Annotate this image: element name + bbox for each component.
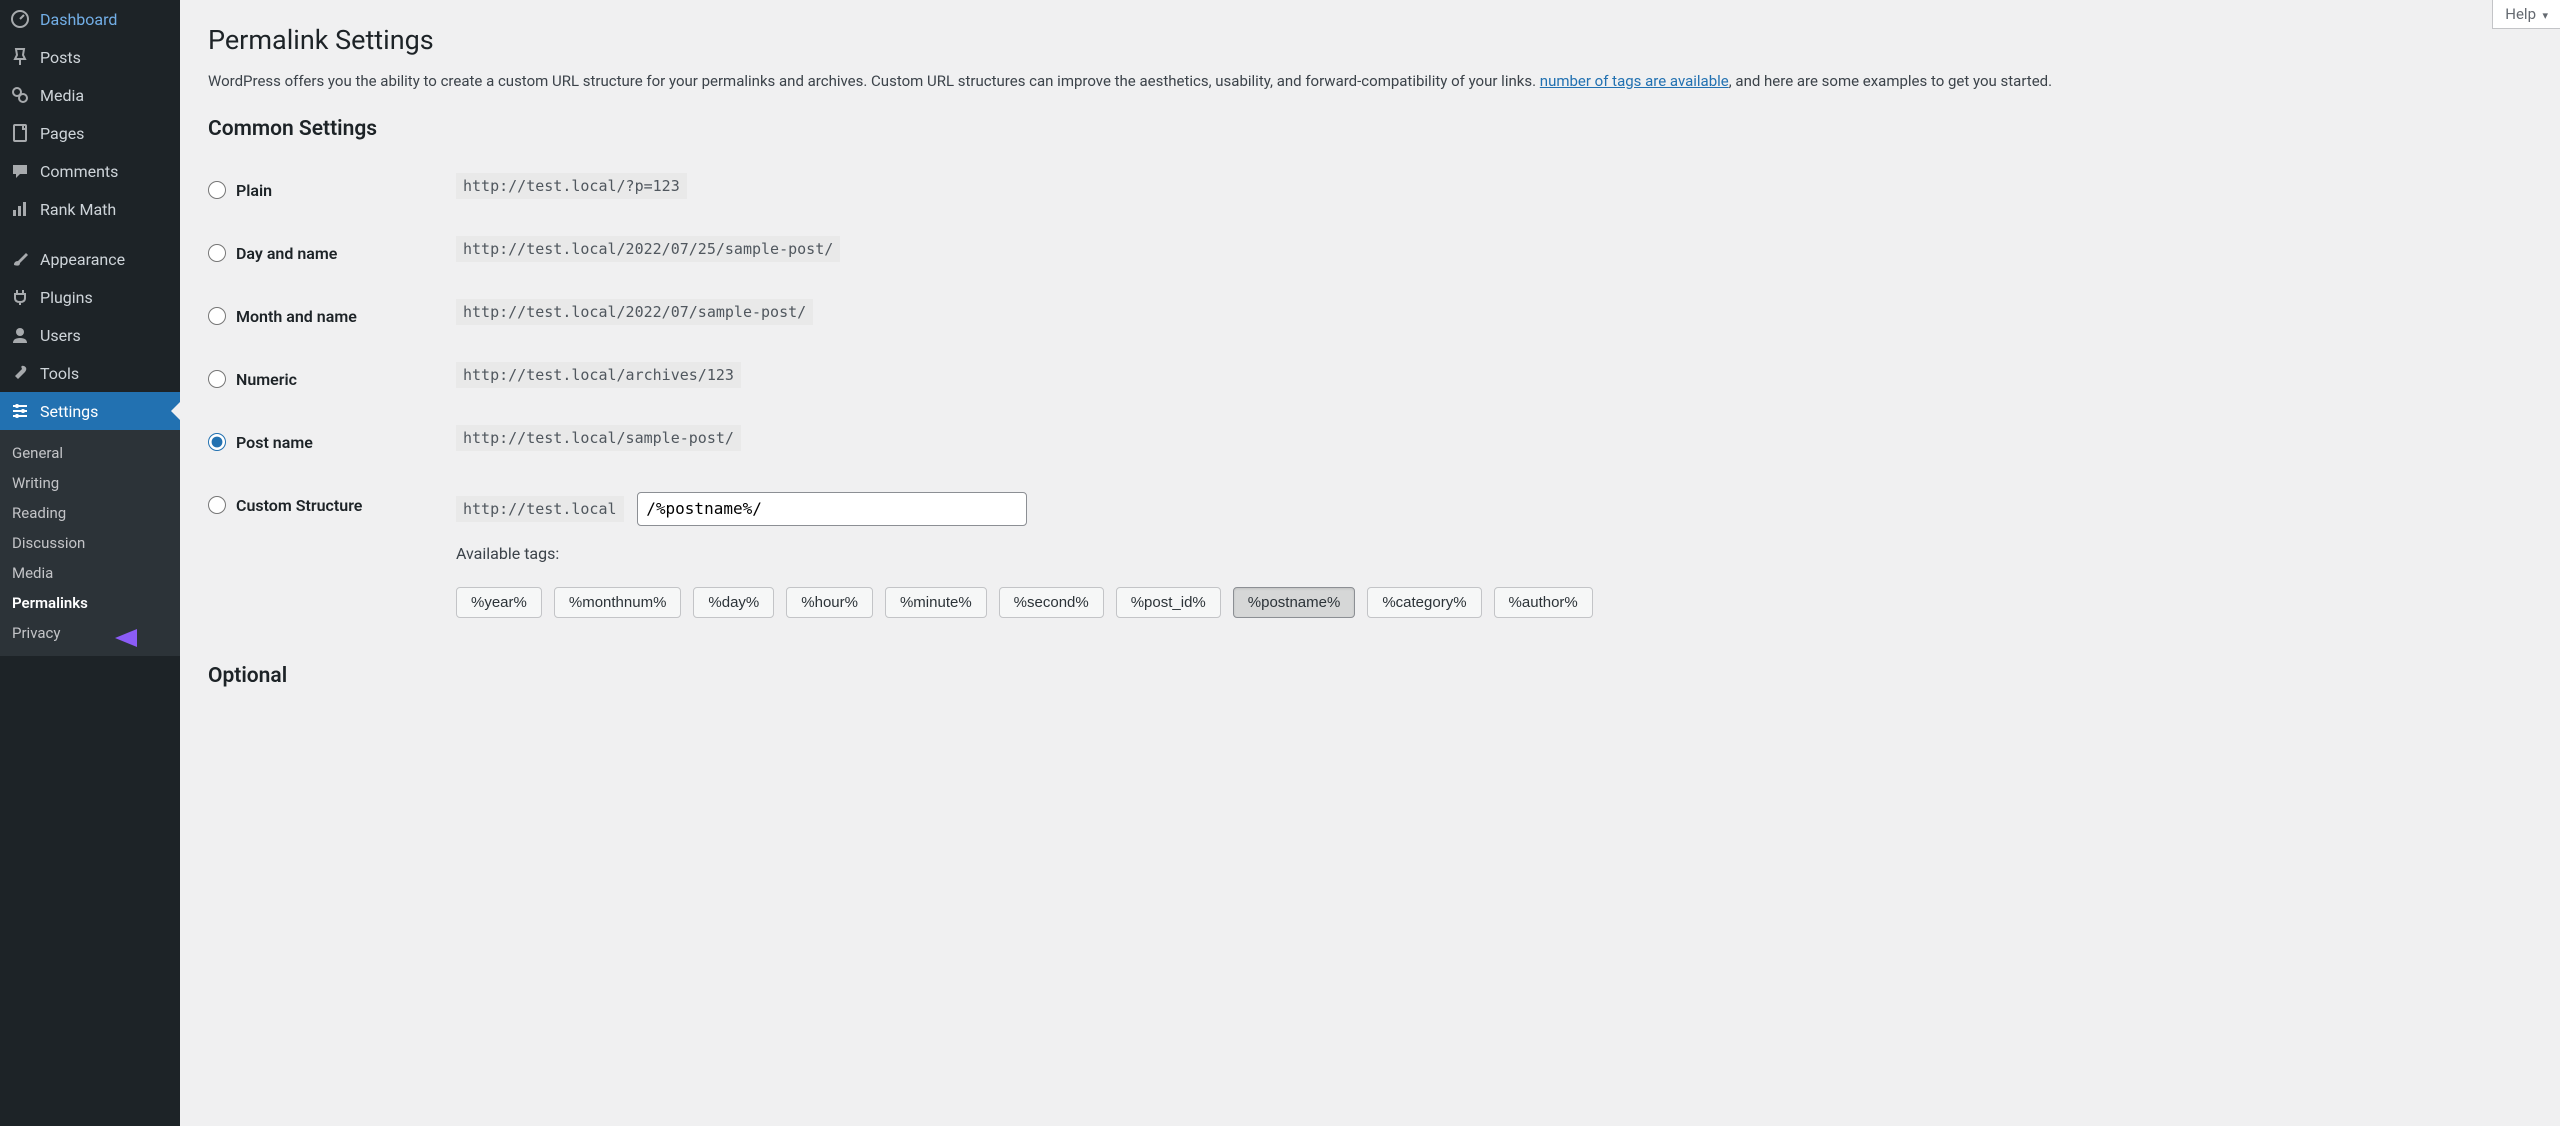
menu-dashboard-label: Dashboard [40, 10, 117, 29]
example-plain: http://test.local/?p=123 [456, 173, 687, 199]
menu-appearance-label: Appearance [40, 250, 125, 269]
menu-comments[interactable]: Comments [0, 152, 180, 190]
wrench-icon [10, 363, 30, 383]
tag-buttons: %year% %monthnum% %day% %hour% %minute% … [456, 587, 2530, 618]
chevron-down-icon: ▾ [2540, 9, 2548, 22]
settings-submenu: General Writing Reading Discussion Media… [0, 430, 180, 656]
tag-second[interactable]: %second% [999, 587, 1104, 618]
help-tab[interactable]: Help ▾ [2492, 0, 2560, 29]
submenu-writing[interactable]: Writing [0, 468, 180, 498]
permalink-options-table: Plain http://test.local/?p=123 Day and n… [208, 159, 2540, 636]
media-icon [10, 85, 30, 105]
menu-media[interactable]: Media [0, 76, 180, 114]
option-monthname[interactable]: Month and name [208, 307, 446, 326]
tag-category[interactable]: %category% [1367, 587, 1481, 618]
dashboard-icon [10, 9, 30, 29]
menu-posts-label: Posts [40, 48, 81, 67]
menu-users[interactable]: Users [0, 316, 180, 354]
common-settings-heading: Common Settings [208, 103, 2540, 159]
sliders-icon [10, 401, 30, 421]
example-postname: http://test.local/sample-post/ [456, 425, 741, 451]
menu-comments-label: Comments [40, 162, 118, 181]
menu-separator [0, 228, 180, 240]
example-dayname: http://test.local/2022/07/25/sample-post… [456, 236, 840, 262]
radio-numeric[interactable] [208, 370, 226, 388]
tags-available-link[interactable]: number of tags are available [1540, 72, 1729, 90]
chart-icon [10, 199, 30, 219]
menu-appearance[interactable]: Appearance [0, 240, 180, 278]
menu-dashboard[interactable]: Dashboard [0, 0, 180, 38]
menu-media-label: Media [40, 86, 84, 105]
tag-minute[interactable]: %minute% [885, 587, 987, 618]
menu-settings[interactable]: Settings [0, 392, 180, 430]
optional-heading: Optional [208, 636, 2540, 688]
menu-settings-label: Settings [40, 402, 98, 421]
option-custom[interactable]: Custom Structure [208, 496, 446, 515]
submenu-privacy[interactable]: Privacy [0, 618, 180, 648]
menu-users-label: Users [40, 326, 81, 345]
menu-posts[interactable]: Posts [0, 38, 180, 76]
tag-hour[interactable]: %hour% [786, 587, 873, 618]
example-numeric: http://test.local/archives/123 [456, 362, 741, 388]
menu-rankmath-label: Rank Math [40, 200, 116, 219]
submenu-permalinks[interactable]: Permalinks [0, 588, 180, 618]
pin-icon [10, 47, 30, 67]
menu-plugins[interactable]: Plugins [0, 278, 180, 316]
radio-monthname[interactable] [208, 307, 226, 325]
submenu-discussion[interactable]: Discussion [0, 528, 180, 558]
plug-icon [10, 287, 30, 307]
submenu-general[interactable]: General [0, 438, 180, 468]
page-icon [10, 123, 30, 143]
menu-tools-label: Tools [40, 364, 79, 383]
tag-monthnum[interactable]: %monthnum% [554, 587, 682, 618]
radio-postname[interactable] [208, 433, 226, 451]
tag-postid[interactable]: %post_id% [1116, 587, 1221, 618]
user-icon [10, 325, 30, 345]
tag-day[interactable]: %day% [693, 587, 774, 618]
menu-pages[interactable]: Pages [0, 114, 180, 152]
custom-structure-input[interactable] [637, 492, 1027, 526]
tag-year[interactable]: %year% [456, 587, 542, 618]
menu-tools[interactable]: Tools [0, 354, 180, 392]
page-title: Permalink Settings [208, 12, 2540, 64]
menu-pages-label: Pages [40, 124, 84, 143]
radio-custom[interactable] [208, 496, 226, 514]
option-numeric[interactable]: Numeric [208, 370, 446, 389]
intro-text: WordPress offers you the ability to crea… [208, 64, 2540, 103]
available-tags-label: Available tags: [456, 544, 2530, 563]
menu-plugins-label: Plugins [40, 288, 93, 307]
submenu-media[interactable]: Media [0, 558, 180, 588]
submenu-reading[interactable]: Reading [0, 498, 180, 528]
option-plain[interactable]: Plain [208, 181, 446, 200]
option-postname[interactable]: Post name [208, 433, 446, 452]
comment-icon [10, 161, 30, 181]
example-monthname: http://test.local/2022/07/sample-post/ [456, 299, 813, 325]
radio-plain[interactable] [208, 181, 226, 199]
main-content: Permalink Settings WordPress offers you … [200, 0, 2560, 708]
brush-icon [10, 249, 30, 269]
tag-author[interactable]: %author% [1494, 587, 1593, 618]
option-dayname[interactable]: Day and name [208, 244, 446, 263]
example-custom-base: http://test.local [456, 496, 624, 522]
menu-rankmath[interactable]: Rank Math [0, 190, 180, 228]
radio-dayname[interactable] [208, 244, 226, 262]
admin-sidebar: Dashboard Posts Media Pages Comments Ran… [0, 0, 180, 1126]
tag-postname[interactable]: %postname% [1233, 587, 1356, 618]
